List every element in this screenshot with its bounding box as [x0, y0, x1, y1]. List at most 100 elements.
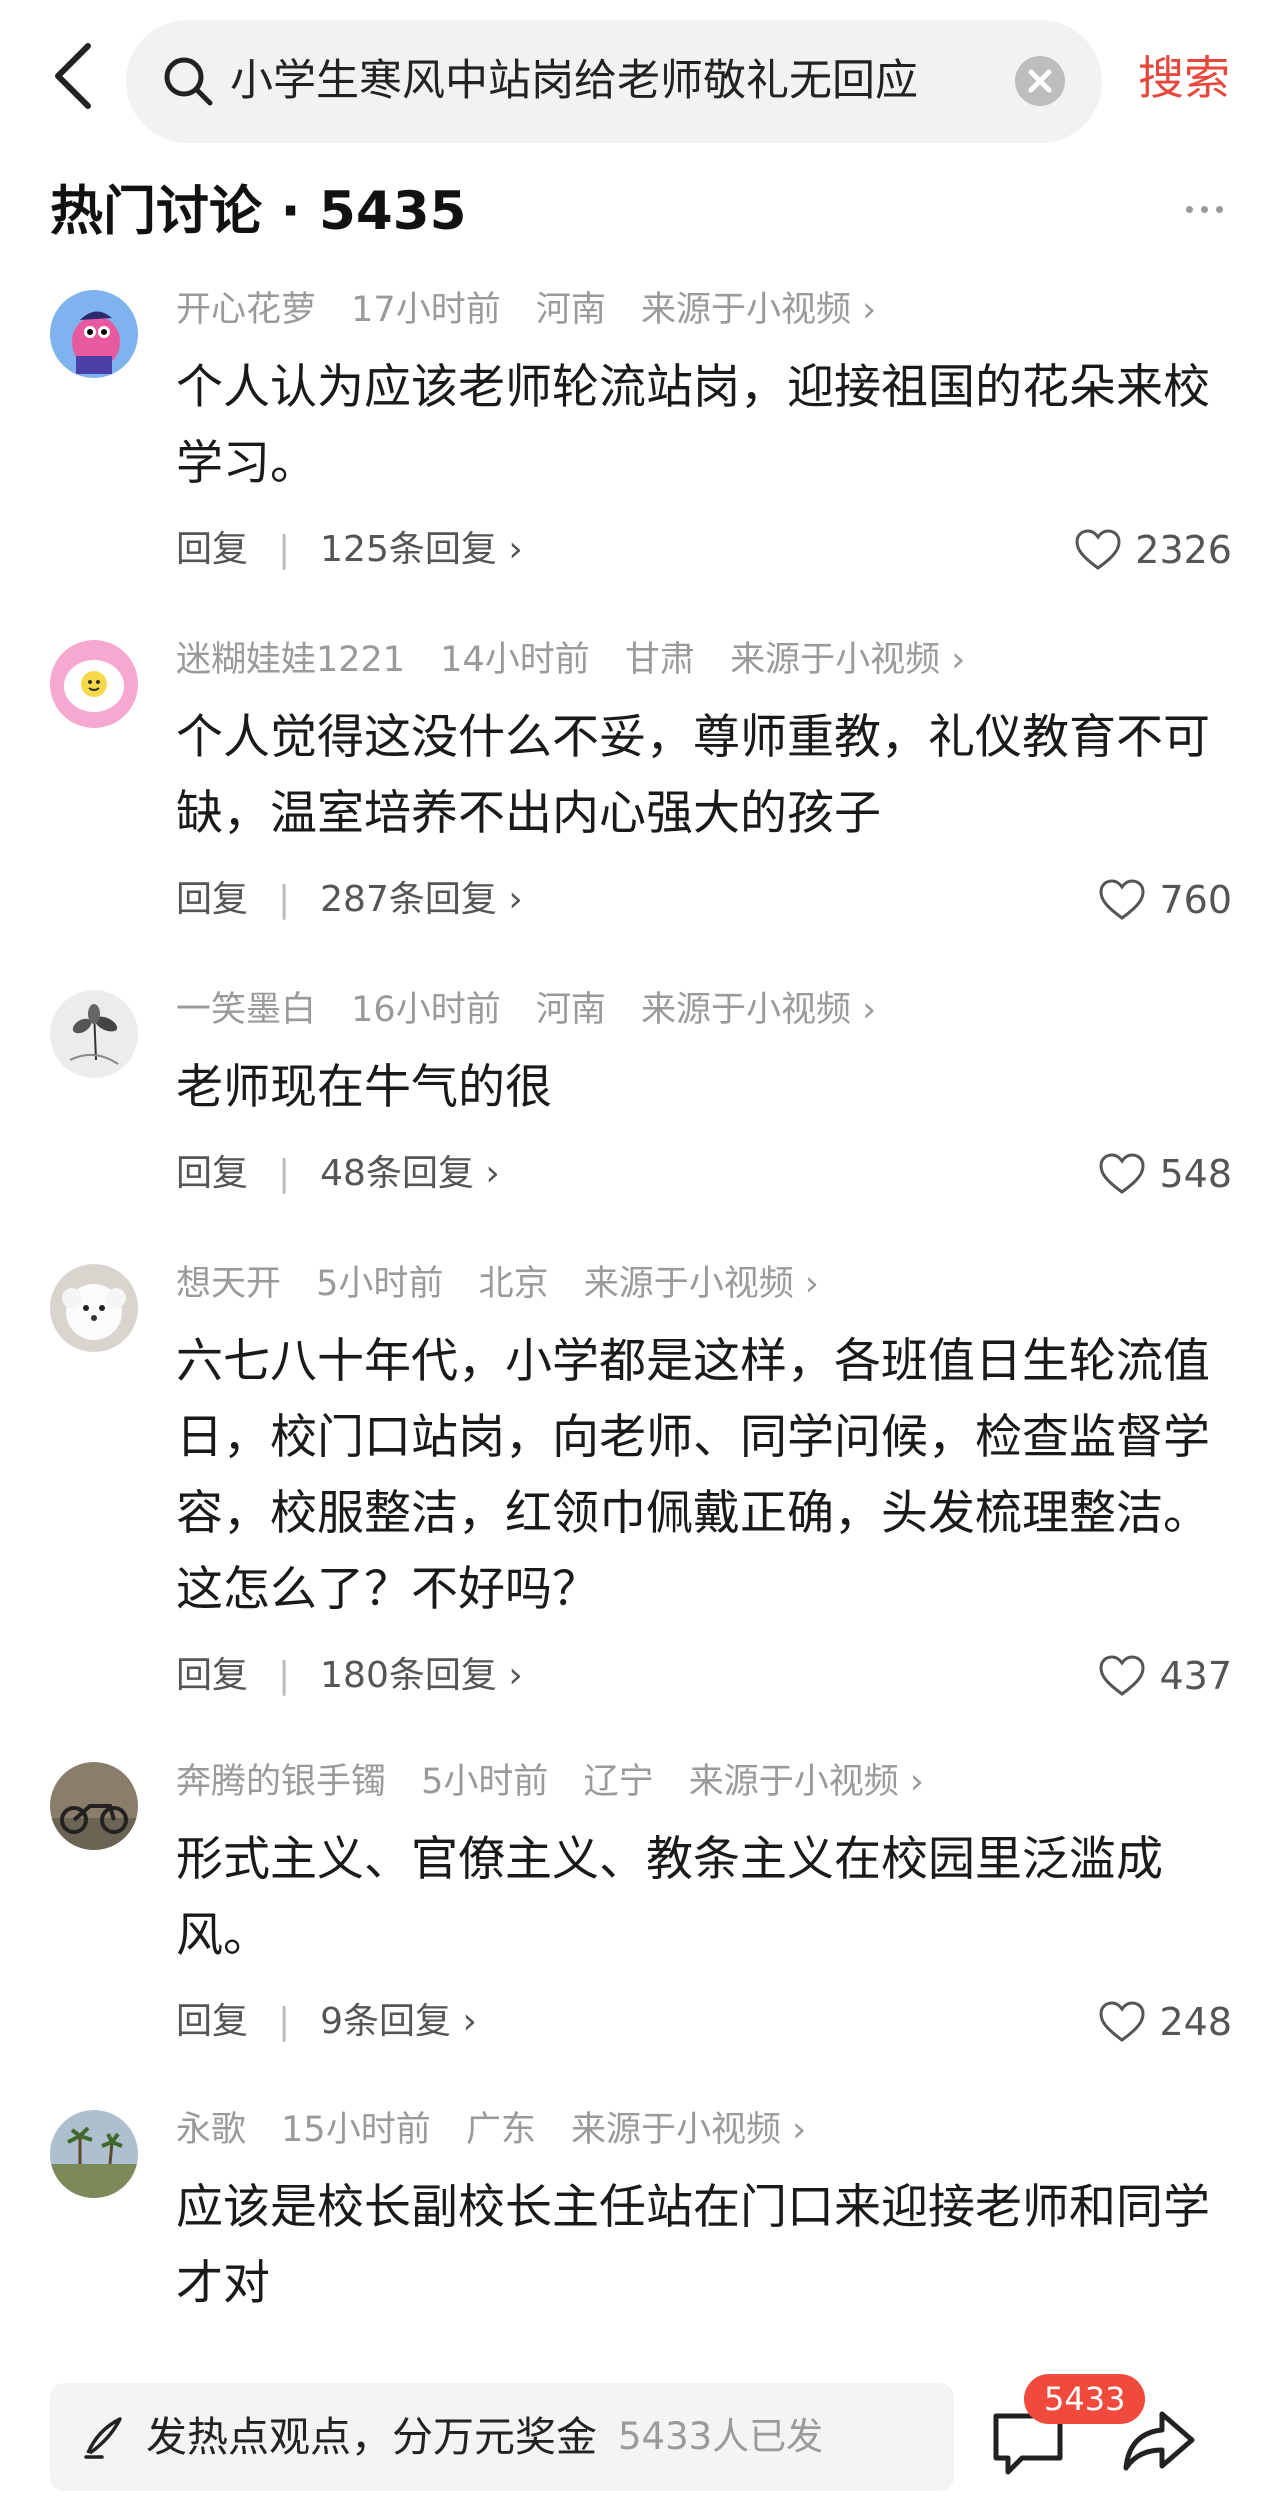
bottom-bar: 发热点观点，分万元奖金 5433人已发 5433	[0, 2370, 1280, 2500]
avatar[interactable]	[50, 1762, 138, 1850]
search-input[interactable]: 小学生寒风中站岗给老师敬礼无回应	[230, 20, 1050, 143]
divider: |	[278, 529, 291, 570]
search-button[interactable]: 搜索	[1138, 38, 1230, 118]
avatar[interactable]	[50, 290, 138, 378]
like-button[interactable]: 2326	[1075, 520, 1232, 580]
share-button[interactable]	[1122, 2406, 1198, 2476]
avatar-image	[50, 1762, 138, 1850]
comment-text: 形式主义、官僚主义、教条主义在校园里泛滥成风。	[176, 1832, 1163, 1963]
like-count: 437	[1159, 1654, 1232, 1698]
replies-link[interactable]: 180条回复 ›	[320, 1655, 523, 1696]
username[interactable]: 一笑墨白	[176, 990, 316, 1030]
compose-input[interactable]: 发热点观点，分万元奖金 5433人已发	[50, 2383, 954, 2491]
like-button[interactable]: 548	[1099, 1144, 1232, 1204]
timestamp: 5小时前	[421, 1762, 549, 1802]
back-button[interactable]	[44, 36, 108, 116]
comment-meta: 迷糊娃娃1221 14小时前 甘肃 来源于小视频 ›	[176, 630, 989, 690]
comment-text: 老师现在牛气的很	[176, 1060, 552, 1115]
comment-text: 应该是校长副校长主任站在门口来迎接老师和同学才对	[176, 2180, 1210, 2311]
pen-icon	[84, 2417, 122, 2459]
comment-actions: 回复 | 48条回复 ›	[176, 1144, 500, 1204]
timestamp: 14小时前	[440, 640, 590, 680]
avatar-image	[50, 990, 138, 1078]
reply-button[interactable]: 回复	[176, 2001, 248, 2042]
comment-meta: 开心花萝 17小时前 河南 来源于小视频 ›	[176, 280, 900, 340]
avatar-image	[50, 640, 138, 728]
source-link[interactable]: 来源于小视频 ›	[571, 2110, 806, 2150]
avatar[interactable]	[50, 2110, 138, 2198]
avatar[interactable]	[50, 640, 138, 728]
username[interactable]: 奔腾的银手镯	[176, 1762, 386, 1802]
avatar-image	[50, 2110, 138, 2198]
reply-button[interactable]: 回复	[176, 879, 248, 920]
source-link[interactable]: 来源于小视频 ›	[641, 290, 876, 330]
source-link[interactable]: 来源于小视频 ›	[689, 1762, 924, 1802]
heart-icon	[1099, 1152, 1145, 1194]
location: 甘肃	[624, 640, 695, 680]
avatar[interactable]	[50, 1264, 138, 1352]
comment-text: 六七八十年代，小学都是这样，各班值日生轮流值日，校门口站岗，向老师、同学问候，检…	[176, 1334, 1210, 1617]
comment-actions: 回复 | 9条回复 ›	[176, 1992, 477, 2052]
timestamp: 17小时前	[351, 290, 501, 330]
page: 小学生寒风中站岗给老师敬礼无回应 搜索 热门讨论 · 5435 开心花萝 17小…	[0, 0, 1280, 2500]
more-icon[interactable]	[1186, 198, 1232, 224]
comment-meta: 想天开 5小时前 北京 来源于小视频 ›	[176, 1254, 843, 1314]
comment-text: 个人认为应该老师轮流站岗，迎接祖国的花朵来校学习。	[176, 360, 1210, 491]
like-button[interactable]: 437	[1099, 1646, 1232, 1706]
location: 广东	[465, 2110, 536, 2150]
compose-count: 5433人已发	[618, 2415, 824, 2458]
reply-button[interactable]: 回复	[176, 1153, 248, 1194]
like-count: 548	[1159, 1152, 1232, 1196]
section-title: 热门讨论 · 5435	[50, 181, 467, 242]
heart-icon	[1099, 1654, 1145, 1696]
source-link[interactable]: 来源于小视频 ›	[730, 640, 965, 680]
replies-link[interactable]: 125条回复 ›	[320, 529, 523, 570]
location: 河南	[535, 990, 606, 1030]
replies-link[interactable]: 9条回复 ›	[320, 2001, 477, 2042]
like-count: 2326	[1135, 528, 1232, 572]
username[interactable]: 迷糊娃娃1221	[176, 640, 405, 680]
location: 辽宁	[583, 1762, 654, 1802]
comment-meta: 永歌 15小时前 广东 来源于小视频 ›	[176, 2100, 830, 2160]
timestamp: 15小时前	[281, 2110, 431, 2150]
like-button[interactable]: 248	[1099, 1992, 1232, 2052]
username[interactable]: 想天开	[176, 1264, 281, 1304]
comment-meta: 一笑墨白 16小时前 河南 来源于小视频 ›	[176, 980, 900, 1040]
search-box[interactable]: 小学生寒风中站岗给老师敬礼无回应	[126, 20, 1102, 143]
timestamp: 16小时前	[351, 990, 501, 1030]
heart-icon	[1099, 878, 1145, 920]
like-button[interactable]: 760	[1099, 870, 1232, 930]
top-bar: 小学生寒风中站岗给老师敬礼无回应 搜索	[0, 0, 1280, 150]
username[interactable]: 永歌	[176, 2110, 246, 2150]
comment-actions: 回复 | 180条回复 ›	[176, 1646, 523, 1706]
replies-link[interactable]: 287条回复 ›	[320, 879, 523, 920]
divider: |	[278, 879, 291, 920]
timestamp: 5小时前	[316, 1264, 444, 1304]
avatar-image	[50, 290, 138, 378]
like-count: 760	[1159, 878, 1232, 922]
comment-actions: 回复 | 125条回复 ›	[176, 520, 523, 580]
comment-text: 个人觉得这没什么不妥，尊师重教，礼仪教育不可缺，温室培养不出内心强大的孩子	[176, 710, 1210, 841]
avatar-image	[50, 1264, 138, 1352]
search-icon	[164, 57, 213, 106]
username[interactable]: 开心花萝	[176, 290, 316, 330]
heart-icon	[1099, 2000, 1145, 2042]
comment-actions: 回复 | 287条回复 ›	[176, 870, 523, 930]
compose-label: 发热点观点，分万元奖金	[146, 2413, 597, 2461]
divider: |	[278, 1655, 291, 1696]
divider: |	[278, 1153, 291, 1194]
reply-button[interactable]: 回复	[176, 529, 248, 570]
source-link[interactable]: 来源于小视频 ›	[584, 1264, 819, 1304]
reply-button[interactable]: 回复	[176, 1655, 248, 1696]
location: 北京	[478, 1264, 549, 1304]
source-link[interactable]: 来源于小视频 ›	[641, 990, 876, 1030]
avatar[interactable]	[50, 990, 138, 1078]
chevron-left-icon	[55, 43, 91, 109]
clear-icon[interactable]	[1014, 55, 1066, 107]
location: 河南	[535, 290, 606, 330]
replies-link[interactable]: 48条回复 ›	[320, 1153, 500, 1194]
like-count: 248	[1159, 2000, 1232, 2044]
share-icon	[1123, 2411, 1195, 2471]
divider: |	[278, 2001, 291, 2042]
comment-meta: 奔腾的银手镯 5小时前 辽宁 来源于小视频 ›	[176, 1752, 948, 1812]
